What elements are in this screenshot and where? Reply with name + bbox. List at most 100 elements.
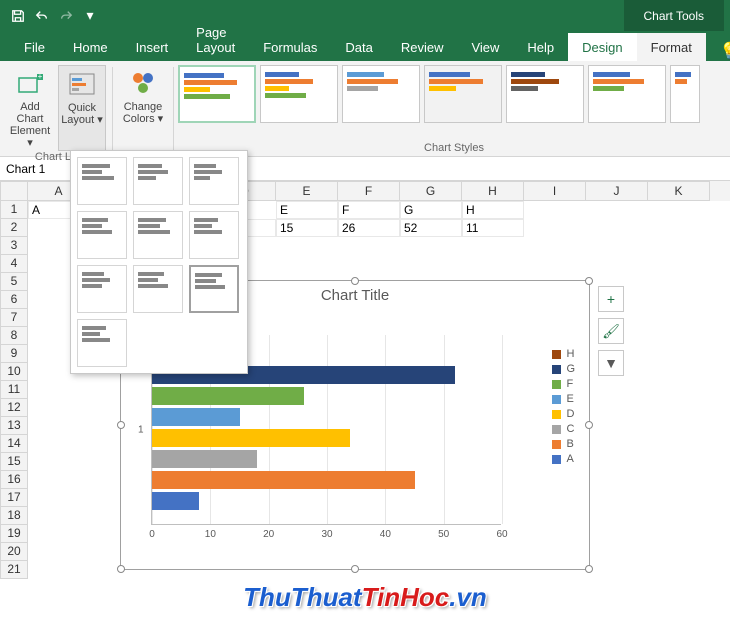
cell[interactable]: 26 [338, 219, 400, 237]
tab-help[interactable]: Help [513, 33, 568, 61]
chart-elements-button[interactable]: + [598, 286, 624, 312]
row-header[interactable]: 19 [0, 525, 28, 543]
layout-5[interactable] [133, 211, 183, 259]
resize-handle[interactable] [117, 421, 125, 429]
row-header[interactable]: 17 [0, 489, 28, 507]
col-header[interactable]: I [524, 181, 586, 201]
tab-formulas[interactable]: Formulas [249, 33, 331, 61]
legend-swatch [552, 425, 561, 434]
row-header[interactable]: 7 [0, 309, 28, 327]
tell-me-icon[interactable]: 💡 [706, 41, 730, 61]
row-header[interactable]: 18 [0, 507, 28, 525]
row-header[interactable]: 20 [0, 543, 28, 561]
legend-item[interactable]: G [552, 363, 575, 375]
resize-handle[interactable] [585, 565, 593, 573]
row-header[interactable]: 4 [0, 255, 28, 273]
resize-handle[interactable] [351, 277, 359, 285]
legend-item[interactable]: C [552, 423, 575, 435]
layout-9[interactable] [189, 265, 239, 313]
resize-handle[interactable] [585, 421, 593, 429]
tab-view[interactable]: View [457, 33, 513, 61]
cell[interactable]: F [338, 201, 400, 219]
row-header[interactable]: 1 [0, 201, 28, 219]
tab-insert[interactable]: Insert [122, 33, 183, 61]
tab-design[interactable]: Design [568, 33, 636, 61]
layout-10[interactable] [77, 319, 127, 367]
tab-data[interactable]: Data [331, 33, 386, 61]
tab-home[interactable]: Home [59, 33, 122, 61]
legend-item[interactable]: D [552, 408, 575, 420]
chart-style-4[interactable] [424, 65, 502, 123]
undo-icon[interactable] [30, 4, 54, 28]
chart-style-6[interactable] [588, 65, 666, 123]
row-header[interactable]: 11 [0, 381, 28, 399]
row-header[interactable]: 2 [0, 219, 28, 237]
bar-A[interactable] [152, 492, 199, 510]
cell[interactable]: G [400, 201, 462, 219]
layout-1[interactable] [77, 157, 127, 205]
resize-handle[interactable] [351, 565, 359, 573]
bar-D[interactable] [152, 429, 350, 447]
chart-style-3[interactable] [342, 65, 420, 123]
row-header[interactable]: 15 [0, 453, 28, 471]
col-header[interactable]: E [276, 181, 338, 201]
row-header[interactable]: 10 [0, 363, 28, 381]
legend-item[interactable]: F [552, 378, 575, 390]
resize-handle[interactable] [585, 277, 593, 285]
tab-review[interactable]: Review [387, 33, 458, 61]
bar-B[interactable] [152, 471, 415, 489]
chart-legend[interactable]: HGFEDCBA [552, 345, 575, 468]
tab-page-layout[interactable]: Page Layout [182, 18, 249, 61]
col-header[interactable]: H [462, 181, 524, 201]
save-icon[interactable] [6, 4, 30, 28]
row-header[interactable]: 14 [0, 435, 28, 453]
legend-item[interactable]: B [552, 438, 575, 450]
tab-file[interactable]: File [10, 33, 59, 61]
chart-style-7[interactable] [670, 65, 700, 123]
cell[interactable]: H [462, 201, 524, 219]
chart-style-5[interactable] [506, 65, 584, 123]
chart-style-2[interactable] [260, 65, 338, 123]
layout-7[interactable] [77, 265, 127, 313]
layout-3[interactable] [189, 157, 239, 205]
layout-2[interactable] [133, 157, 183, 205]
legend-item[interactable]: A [552, 453, 575, 465]
qat-dropdown-icon[interactable]: ▾ [78, 4, 102, 28]
bar-E[interactable] [152, 408, 240, 426]
bar-F[interactable] [152, 387, 304, 405]
row-header[interactable]: 3 [0, 237, 28, 255]
chart-filters-button[interactable]: ▼ [598, 350, 624, 376]
row-header[interactable]: 8 [0, 327, 28, 345]
row-header[interactable]: 21 [0, 561, 28, 579]
add-chart-element-button[interactable]: + Add Chart Element ▾ [6, 65, 54, 151]
row-header[interactable]: 9 [0, 345, 28, 363]
row-header[interactable]: 6 [0, 291, 28, 309]
layout-4[interactable] [77, 211, 127, 259]
x-tick-label: 0 [149, 529, 155, 540]
row-header[interactable]: 16 [0, 471, 28, 489]
redo-icon[interactable] [54, 4, 78, 28]
cell[interactable]: 15 [276, 219, 338, 237]
chart-style-1[interactable] [178, 65, 256, 123]
cell[interactable]: E [276, 201, 338, 219]
tab-format[interactable]: Format [637, 33, 706, 61]
row-header[interactable]: 12 [0, 399, 28, 417]
resize-handle[interactable] [117, 565, 125, 573]
col-header[interactable]: F [338, 181, 400, 201]
bar-C[interactable] [152, 450, 257, 468]
col-header[interactable]: G [400, 181, 462, 201]
legend-item[interactable]: E [552, 393, 575, 405]
change-colors-button[interactable]: Change Colors ▾ [119, 65, 167, 127]
cell[interactable]: 52 [400, 219, 462, 237]
cell[interactable]: 11 [462, 219, 524, 237]
quick-layout-button[interactable]: Quick Layout ▾ [58, 65, 106, 151]
layout-8[interactable] [133, 265, 183, 313]
col-header[interactable]: K [648, 181, 710, 201]
row-header[interactable]: 13 [0, 417, 28, 435]
row-header[interactable]: 5 [0, 273, 28, 291]
col-header[interactable]: J [586, 181, 648, 201]
legend-item[interactable]: H [552, 348, 575, 360]
select-all-corner[interactable] [0, 181, 28, 201]
layout-6[interactable] [189, 211, 239, 259]
chart-styles-button[interactable]: 🖌 [598, 318, 624, 344]
